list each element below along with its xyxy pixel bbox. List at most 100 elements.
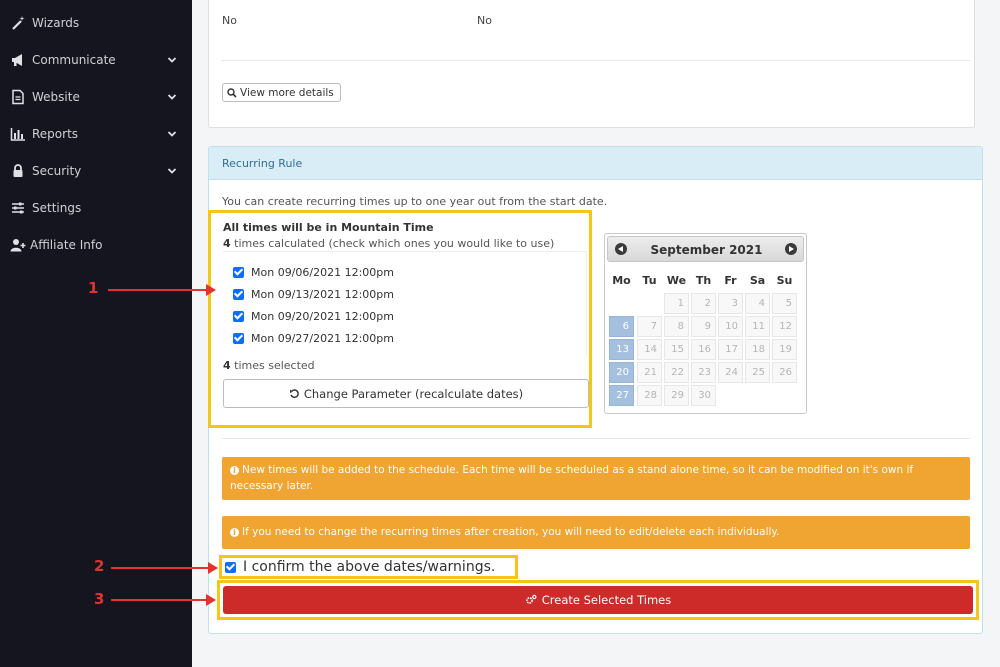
sidebar-item-affiliate-info[interactable]: Affiliate Info <box>0 230 192 260</box>
recalculate-dates-button[interactable]: Change Parameter (recalculate dates) <box>223 379 589 408</box>
calendar-day[interactable]: 27 <box>609 385 634 406</box>
confirm-dates-checkbox-row[interactable]: I confirm the above dates/warnings. <box>219 555 518 579</box>
chevron-down-icon <box>167 57 177 63</box>
panel-header: Recurring Rule <box>209 147 982 180</box>
annotation-number: 2 <box>94 557 105 575</box>
calendar-day[interactable]: 4 <box>745 293 770 314</box>
calendar-weekday: Mo <box>612 274 631 287</box>
search-icon <box>227 87 237 98</box>
time-option[interactable]: Mon 09/13/2021 12:00pm <box>233 286 394 302</box>
time-label: Mon 09/06/2021 12:00pm <box>251 265 394 279</box>
time-label: Mon 09/13/2021 12:00pm <box>251 287 394 301</box>
sidebar-item-label: Wizards <box>32 16 80 30</box>
sidebar-item-label: Website <box>32 90 80 104</box>
time-label: Mon 09/27/2021 12:00pm <box>251 331 394 345</box>
sidebar-item-label: Affiliate Info <box>30 238 103 252</box>
alert-text: If you need to change the recurring time… <box>242 526 780 538</box>
calendar-day[interactable]: 9 <box>691 316 716 337</box>
calendar-day[interactable]: 17 <box>718 339 743 360</box>
calendar-month-title: September 2021 <box>650 243 763 257</box>
calendar-weekday: Su <box>776 274 793 287</box>
magic-wand-icon <box>12 16 25 30</box>
calendar-day[interactable]: 14 <box>637 339 662 360</box>
time-option[interactable]: Mon 09/20/2021 12:00pm <box>233 308 394 324</box>
calendar-day[interactable]: 6 <box>609 316 634 337</box>
annotation-arrow <box>111 594 216 606</box>
timezone-note: All times will be in Mountain Time <box>223 221 434 234</box>
calendar-day[interactable]: 16 <box>691 339 716 360</box>
annotation-arrow <box>111 562 218 574</box>
user-plus-icon <box>10 239 26 252</box>
info-icon: i <box>230 528 239 537</box>
calendar-day[interactable]: 18 <box>745 339 770 360</box>
calendar-widget: September 2021 Mo Tu We Th Fr Sa Su 1 2 3 4 5 6 7 8 9 10… <box>604 233 807 414</box>
calendar-day[interactable]: 29 <box>664 385 689 406</box>
calendar-next-icon[interactable] <box>785 243 797 255</box>
chevron-down-icon <box>167 131 177 137</box>
calendar-day[interactable]: 3 <box>718 293 743 314</box>
annotation-number: 3 <box>94 590 105 608</box>
calendar-day[interactable]: 11 <box>745 316 770 337</box>
calendar-day[interactable]: 26 <box>772 362 797 383</box>
calendar-day[interactable]: 19 <box>772 339 797 360</box>
sidebar-item-label: Security <box>32 164 82 178</box>
file-icon <box>12 89 24 105</box>
view-more-details-button[interactable]: View more details <box>222 83 341 102</box>
panel-title: Recurring Rule <box>222 157 303 170</box>
calendar-day[interactable]: 2 <box>691 293 716 314</box>
calculated-times-box: All times will be in Mountain Time 4 tim… <box>208 210 592 428</box>
sliders-icon <box>12 202 24 214</box>
calendar-day[interactable]: 20 <box>609 362 634 383</box>
divider <box>221 60 970 61</box>
calendar-day[interactable]: 22 <box>664 362 689 383</box>
sidebar-item-wizards[interactable]: Wizards <box>0 8 192 38</box>
sidebar-item-settings[interactable]: Settings <box>0 193 192 223</box>
info-icon: i <box>230 466 239 475</box>
create-button-highlight: Create Selected Times <box>217 580 979 620</box>
chevron-down-icon <box>167 168 177 174</box>
calendar-day[interactable]: 8 <box>664 316 689 337</box>
calendar-day[interactable]: 12 <box>772 316 797 337</box>
calendar-day[interactable]: 24 <box>718 362 743 383</box>
calendar-day[interactable]: 15 <box>664 339 689 360</box>
calendar-day[interactable]: 28 <box>637 385 662 406</box>
time-checkbox[interactable] <box>233 310 244 322</box>
recalculate-dates-label: Change Parameter (recalculate dates) <box>303 386 524 401</box>
detail-value: No <box>477 14 492 27</box>
time-option[interactable]: Mon 09/27/2021 12:00pm <box>233 330 394 346</box>
megaphone-icon <box>12 54 22 66</box>
time-checkbox[interactable] <box>233 266 244 278</box>
undo-icon <box>289 389 299 399</box>
calendar-day[interactable]: 7 <box>637 316 662 337</box>
recurring-rule-panel: Recurring Rule You can create recurring … <box>208 146 983 634</box>
create-selected-times-button[interactable]: Create Selected Times <box>223 586 973 614</box>
detail-value: No <box>222 14 237 27</box>
calendar-day[interactable]: 30 <box>691 385 716 406</box>
calendar-day[interactable]: 23 <box>691 362 716 383</box>
sidebar-item-security[interactable]: Security <box>0 156 192 186</box>
alert-edit-each: i If you need to change the recurring tim… <box>222 516 970 549</box>
time-label: Mon 09/20/2021 12:00pm <box>251 309 394 323</box>
calendar-day[interactable]: 1 <box>664 293 689 314</box>
sidebar-item-label: Settings <box>32 201 82 215</box>
calendar-day[interactable]: 10 <box>718 316 743 337</box>
annotation-arrow <box>108 284 216 296</box>
times-list: Mon 09/06/2021 12:00pm Mon 09/13/2021 12… <box>223 251 587 355</box>
calendar-weekday: Fr <box>724 274 737 287</box>
divider <box>222 438 970 439</box>
calendar-day[interactable]: 25 <box>745 362 770 383</box>
sidebar-item-reports[interactable]: Reports <box>0 119 192 149</box>
confirm-label: I confirm the above dates/warnings. <box>243 559 496 575</box>
calendar-day[interactable]: 5 <box>772 293 797 314</box>
calculated-count-text: 4 times calculated (check which ones you… <box>223 237 555 250</box>
time-checkbox[interactable] <box>233 332 244 344</box>
sidebar-item-communicate[interactable]: Communicate <box>0 45 192 75</box>
sidebar-item-website[interactable]: Website <box>0 82 192 112</box>
calendar-day[interactable]: 21 <box>637 362 662 383</box>
annotation-number: 1 <box>88 279 99 297</box>
calendar-day[interactable]: 13 <box>609 339 634 360</box>
confirm-checkbox[interactable] <box>225 561 236 573</box>
selected-count-text: 4 times selected <box>223 359 315 372</box>
time-option[interactable]: Mon 09/06/2021 12:00pm <box>233 264 394 280</box>
time-checkbox[interactable] <box>233 288 244 300</box>
